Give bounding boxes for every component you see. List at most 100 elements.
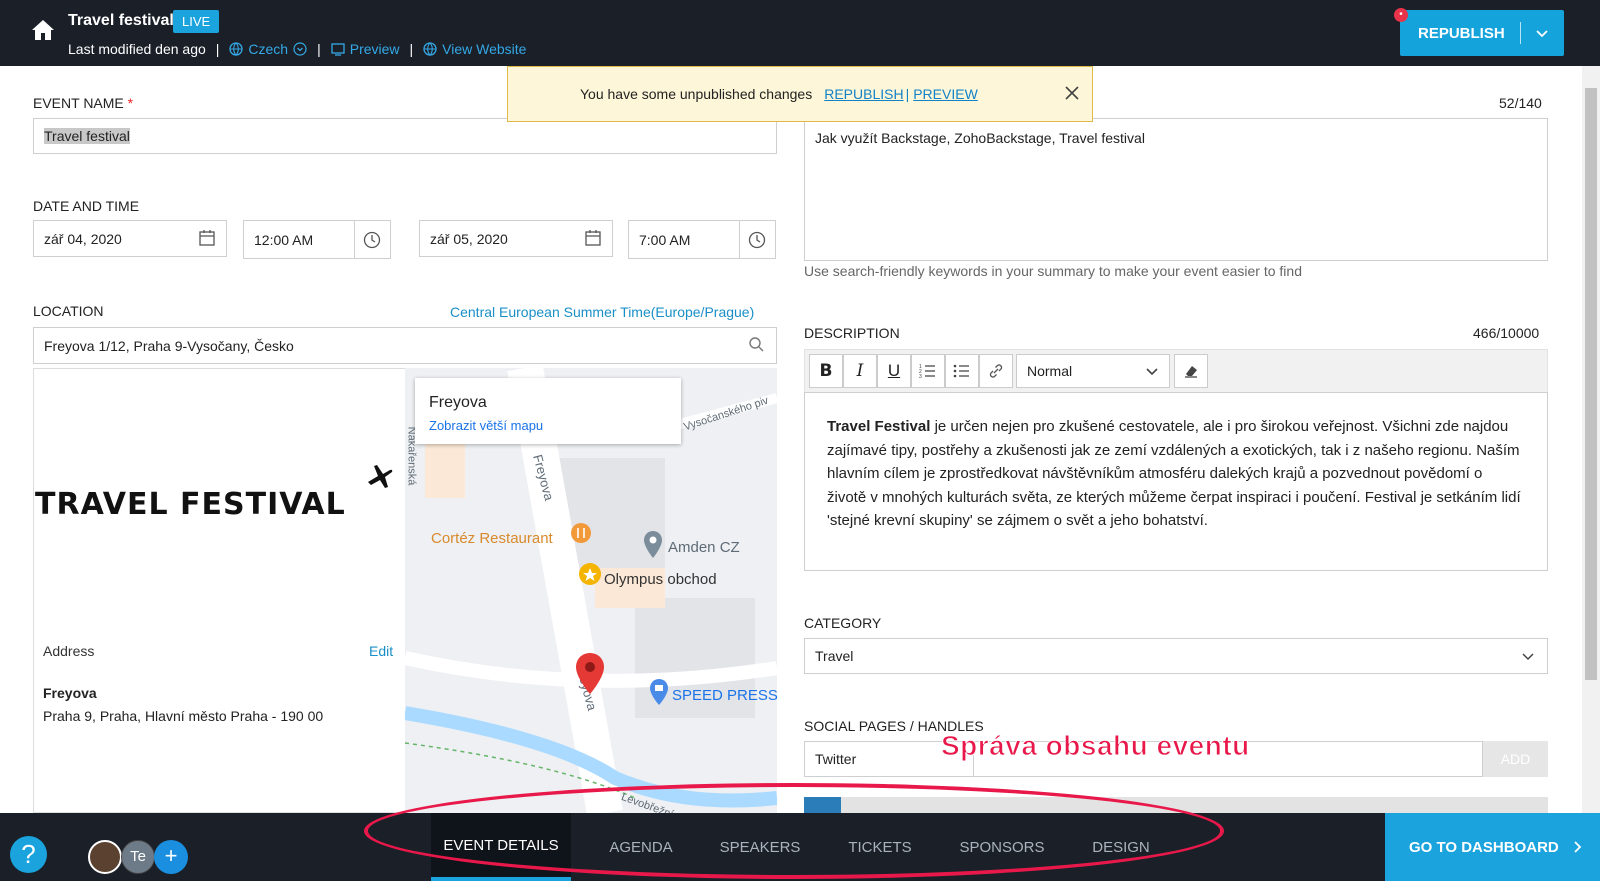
preview-label: Preview bbox=[349, 41, 400, 57]
svg-text:3: 3 bbox=[919, 374, 922, 379]
help-button[interactable]: ? bbox=[10, 836, 47, 873]
add-member-button[interactable]: + bbox=[154, 840, 188, 874]
keywords-count: 52/140 bbox=[1499, 95, 1542, 111]
republish-label: REPUBLISH bbox=[1418, 24, 1505, 42]
chevron-down-icon[interactable] bbox=[1521, 25, 1563, 42]
description-editor[interactable]: Travel Festival je určen nejen pro zkuše… bbox=[804, 392, 1548, 571]
chevron-right-icon bbox=[1574, 841, 1582, 853]
keywords-textarea[interactable]: Jak využít Backstage, ZohoBackstage, Tra… bbox=[804, 118, 1548, 261]
underline-button[interactable]: U bbox=[877, 354, 911, 388]
clock-icon[interactable] bbox=[363, 231, 381, 249]
header-meta: Last modified den ago | Czech | Preview … bbox=[68, 41, 526, 57]
category-label: CATEGORY bbox=[804, 615, 882, 631]
calendar-icon[interactable] bbox=[198, 229, 216, 247]
italic-button[interactable]: I bbox=[843, 354, 877, 388]
map-label-olympus: Olympus obchod bbox=[604, 571, 717, 588]
language-label: Czech bbox=[248, 41, 289, 57]
eraser-icon bbox=[1185, 366, 1197, 378]
shop-pin-icon[interactable] bbox=[578, 562, 602, 588]
location-marker-icon[interactable] bbox=[574, 652, 606, 696]
notification-dot: • bbox=[1394, 8, 1408, 22]
social-platform-value: Twitter bbox=[815, 751, 857, 767]
go-to-dashboard-button[interactable]: GO TO DASHBOARD bbox=[1385, 813, 1600, 881]
location-search-input[interactable]: Freyova 1/12, Praha 9-Vysočany, Česko bbox=[33, 327, 777, 364]
description-body: je určen nejen pro zkušené cestovatele, … bbox=[827, 418, 1521, 529]
map-label-speed-press: SPEED PRESS bbox=[672, 687, 778, 704]
preview-link[interactable]: Preview bbox=[331, 41, 400, 57]
tab-speakers[interactable]: SPEAKERS bbox=[710, 813, 810, 881]
event-name-label: EVENT NAME * bbox=[33, 95, 134, 111]
format-select[interactable]: Normal bbox=[1016, 354, 1170, 388]
view-website-link[interactable]: View Website bbox=[423, 41, 526, 57]
link-icon bbox=[989, 364, 1003, 378]
chevron-down-icon bbox=[1146, 368, 1158, 376]
tab-tickets[interactable]: TICKETS bbox=[838, 813, 922, 881]
divider bbox=[354, 220, 355, 259]
editor-toolbar: B I U 123 Normal bbox=[804, 349, 1548, 392]
search-icon[interactable] bbox=[748, 336, 765, 353]
calendar-icon[interactable] bbox=[584, 229, 602, 247]
avatar-initials[interactable]: Te bbox=[121, 840, 155, 874]
social-row bbox=[804, 797, 1548, 813]
store-pin-icon[interactable] bbox=[648, 678, 670, 706]
clock-icon[interactable] bbox=[748, 231, 766, 249]
map-info-window: Freyova Zobrazit větší mapu bbox=[415, 378, 681, 444]
globe-icon bbox=[229, 42, 244, 56]
divider bbox=[739, 220, 740, 259]
separator: | bbox=[215, 41, 220, 57]
home-icon[interactable] bbox=[30, 18, 56, 42]
category-value: Travel bbox=[815, 648, 854, 664]
toast-republish-link[interactable]: REPUBLISH bbox=[824, 86, 903, 102]
map-label-amden: Amden CZ bbox=[668, 539, 740, 556]
scrollbar[interactable] bbox=[1582, 66, 1600, 813]
timezone-link[interactable]: Central European Summer Time(Europe/Prag… bbox=[450, 304, 754, 320]
tab-agenda[interactable]: AGENDA bbox=[593, 813, 689, 881]
toast-preview-link[interactable]: PREVIEW bbox=[913, 86, 978, 102]
description-label: DESCRIPTION bbox=[804, 325, 900, 341]
end-date-value: zář 05, 2020 bbox=[430, 230, 508, 247]
location-label: LOCATION bbox=[33, 303, 104, 319]
language-selector[interactable]: Czech bbox=[229, 41, 307, 57]
view-website-label: View Website bbox=[442, 41, 527, 57]
separator: | bbox=[409, 41, 414, 57]
top-bar: Travel festival LIVE Last modified den a… bbox=[0, 0, 1600, 66]
start-time-value: 12:00 AM bbox=[254, 231, 314, 248]
tab-design[interactable]: DESIGN bbox=[1082, 813, 1160, 881]
larger-map-link[interactable]: Zobrazit větší mapu bbox=[429, 418, 543, 433]
bullet-list-icon bbox=[953, 364, 969, 378]
end-time-value: 7:00 AM bbox=[639, 231, 691, 248]
event-logo: TRAVEL FESTIVAL bbox=[35, 487, 346, 522]
dashboard-label: GO TO DASHBOARD bbox=[1409, 838, 1559, 856]
bullet-list-button[interactable] bbox=[945, 354, 979, 388]
start-date-value: zář 04, 2020 bbox=[44, 230, 122, 247]
link-button[interactable] bbox=[979, 354, 1013, 388]
format-select-value: Normal bbox=[1027, 363, 1073, 379]
map-pin-icon[interactable] bbox=[642, 530, 664, 560]
bold-button[interactable]: B bbox=[809, 354, 843, 388]
tab-sponsors[interactable]: SPONSORS bbox=[950, 813, 1054, 881]
description-bold-lead: Travel Festival bbox=[827, 418, 931, 435]
globe-icon bbox=[423, 42, 437, 56]
avatar[interactable] bbox=[88, 840, 122, 874]
close-icon[interactable] bbox=[1062, 83, 1082, 103]
toast-separator: | bbox=[905, 86, 910, 102]
scrollbar-thumb[interactable] bbox=[1585, 88, 1597, 680]
restaurant-pin-icon[interactable] bbox=[570, 522, 592, 548]
date-time-label: DATE AND TIME bbox=[33, 198, 140, 214]
ordered-list-button[interactable]: 123 bbox=[911, 354, 945, 388]
airplane-icon bbox=[368, 465, 393, 488]
toast-message: You have some unpublished changes bbox=[580, 86, 813, 102]
event-name-input[interactable]: Travel festival bbox=[33, 118, 777, 154]
last-modified: Last modified den ago bbox=[68, 41, 206, 57]
clear-format-button[interactable] bbox=[1174, 354, 1208, 388]
chevron-down-icon bbox=[1522, 653, 1534, 661]
tab-event-details[interactable]: EVENT DETAILS bbox=[431, 813, 571, 881]
add-social-button[interactable]: ADD bbox=[1483, 741, 1548, 777]
chevron-down-icon bbox=[293, 42, 307, 56]
category-select[interactable]: Travel bbox=[804, 638, 1548, 674]
address-label: Address bbox=[43, 643, 95, 659]
edit-address-link[interactable]: Edit bbox=[369, 643, 393, 659]
republish-button[interactable]: REPUBLISH bbox=[1400, 10, 1564, 56]
event-title: Travel festival bbox=[68, 12, 174, 29]
ordered-list-icon: 123 bbox=[919, 364, 935, 379]
